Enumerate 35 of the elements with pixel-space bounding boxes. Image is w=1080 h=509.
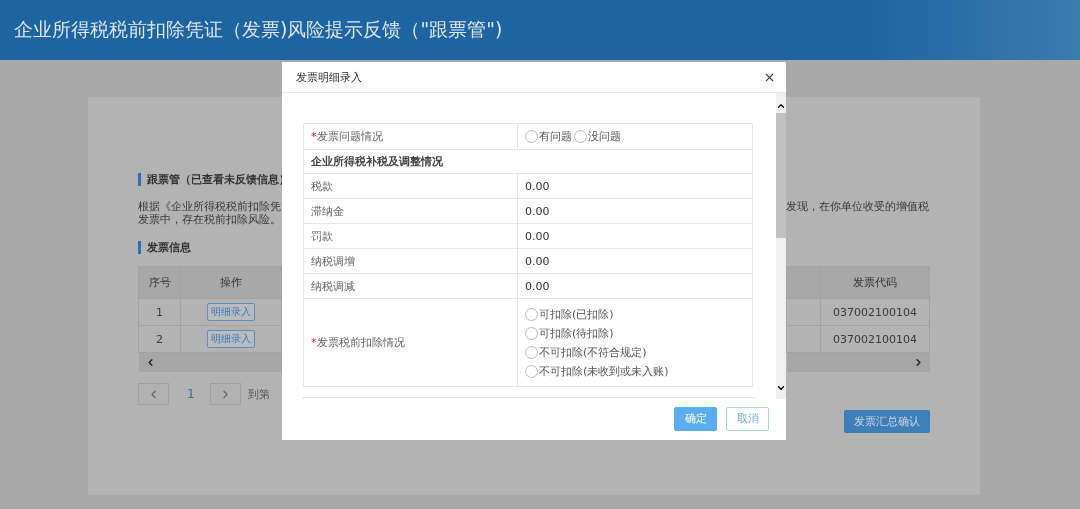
radio-option[interactable]: 有问题 [525, 129, 572, 144]
page-title: 企业所得税税前扣除凭证（发票)风险提示反馈（"跟票管") [14, 17, 503, 42]
field-value: 0.00 [517, 173, 753, 199]
radio-option[interactable]: 可扣除(已扣除) [525, 306, 752, 322]
column-header: 发票代码 [820, 266, 930, 299]
paragraph-line: 发现，在你单位收受的增值税 [786, 200, 930, 213]
field-label: 罚款 [303, 223, 518, 249]
field-label: 滞纳金 [303, 198, 518, 224]
column-header: 操作 [180, 266, 282, 299]
scroll-down-icon[interactable] [776, 383, 786, 393]
field-label: *发票税前扣除情况 [303, 298, 518, 387]
field-value: 0.00 [517, 223, 753, 249]
field-value: 0.00 [517, 248, 753, 274]
table-cell: 037002100104 [820, 325, 930, 353]
radio-option[interactable]: 不可扣除(不符合规定) [525, 344, 752, 360]
radio-option[interactable]: 可扣除(待扣除) [525, 325, 752, 341]
table-cell: 1 [138, 298, 181, 326]
radio-option[interactable]: 没问题 [574, 129, 621, 144]
field-value: 0.00 [517, 273, 753, 299]
column-header: 序号 [138, 266, 181, 299]
dialog-title: 发票明细录入 [296, 69, 362, 85]
goto-label: 到第 [247, 386, 270, 402]
section-heading: 企业所得税补税及调整情况 [303, 149, 753, 174]
paragraph-line: 根据《企业所得税税前扣除凭 [138, 200, 282, 213]
table-cell: 037002100104 [820, 298, 930, 326]
paragraph-line: 发票中，存在税前扣除风险。 [138, 213, 282, 226]
scrollbar[interactable] [776, 93, 786, 399]
scroll-up-icon[interactable] [776, 101, 786, 111]
field-label: 纳税调增 [303, 248, 518, 274]
radio-option[interactable]: 不可扣除(未收到或未入账) [525, 363, 752, 379]
field-label: 税款 [303, 173, 518, 199]
table-cell: 2 [138, 325, 181, 353]
field-value: 0.00 [517, 198, 753, 224]
field-label: *发票问题情况 [303, 123, 518, 150]
field-label: 纳税调减 [303, 273, 518, 299]
